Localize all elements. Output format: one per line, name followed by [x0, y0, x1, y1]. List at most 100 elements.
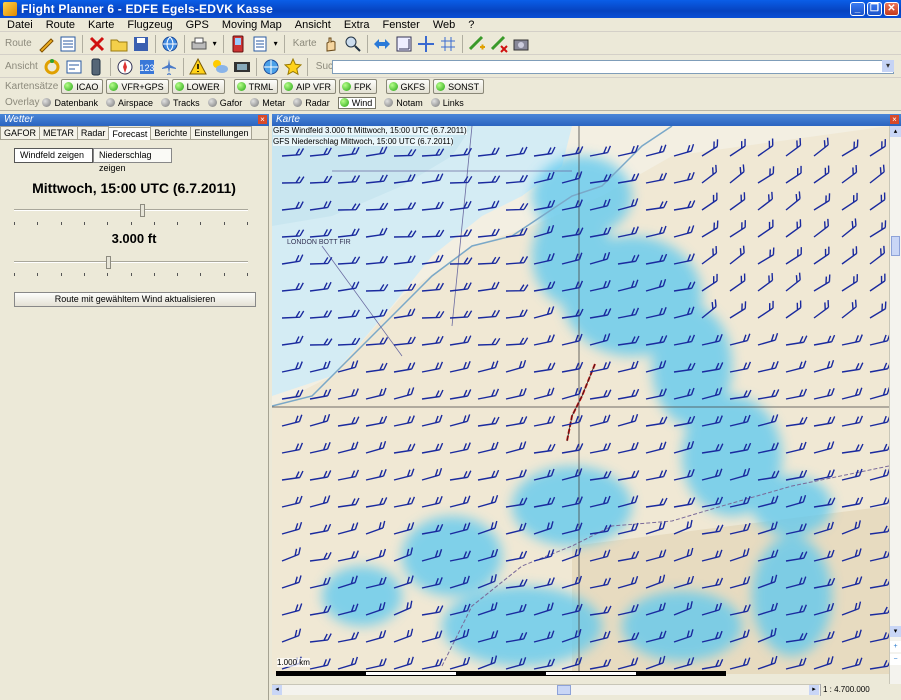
slider-tick	[37, 222, 39, 225]
weather-icon[interactable]	[210, 57, 230, 77]
toolbar-separator	[461, 34, 463, 53]
star-icon[interactable]	[283, 57, 303, 77]
zoom-magnifier-icon[interactable]	[343, 34, 363, 54]
altitude-slider-thumb[interactable]	[105, 256, 111, 269]
menu-web[interactable]: Web	[426, 19, 461, 31]
close-button[interactable]: ✕	[884, 2, 899, 16]
pda-export-icon[interactable]	[228, 34, 248, 54]
tab-radar[interactable]: Radar	[76, 126, 110, 139]
wind-barb	[477, 228, 500, 238]
menu-extra[interactable]: Extra	[337, 19, 376, 31]
scroll-left-icon[interactable]: ◂	[272, 685, 282, 695]
overlay-radar[interactable]: Radar	[293, 98, 330, 108]
map-vertical-scrollbar[interactable]: ▴ ▾ + −	[889, 126, 901, 684]
print-dropdown-icon[interactable]: ▾	[211, 34, 219, 54]
slider-tick	[247, 273, 248, 276]
zoom-in-icon[interactable]: +	[890, 641, 901, 652]
time-slider[interactable]	[14, 204, 248, 217]
scroll-down-icon[interactable]: ▾	[890, 626, 901, 637]
tab-gafor[interactable]: GAFOR	[0, 126, 41, 139]
altitude-slider[interactable]	[14, 256, 248, 269]
document-icon[interactable]	[250, 34, 270, 54]
scroll-right-icon[interactable]: ▸	[809, 685, 819, 695]
overlay-airspace[interactable]: Airspace	[106, 98, 153, 108]
delete-icon[interactable]	[87, 34, 107, 54]
overlay-wind[interactable]: Wind	[337, 96, 377, 109]
menu-datei[interactable]: Datei	[0, 19, 39, 31]
form-icon[interactable]	[64, 57, 84, 77]
device-icon[interactable]	[86, 57, 106, 77]
status-led-icon	[207, 98, 217, 107]
status-led-icon	[42, 98, 52, 107]
tab-metar[interactable]: METAR	[39, 126, 78, 139]
weather-pane-close-icon[interactable]: ×	[258, 115, 267, 124]
scroll-up-icon[interactable]: ▴	[890, 126, 901, 137]
new-route-icon[interactable]	[36, 34, 56, 54]
menu-ansicht[interactable]: Ansicht	[288, 19, 337, 31]
compass-icon[interactable]	[115, 57, 135, 77]
minimize-button[interactable]: _	[850, 2, 865, 16]
slider-tick	[130, 222, 132, 225]
update-route-wind-button[interactable]: Route mit gewähltem Wind aktualisieren	[14, 292, 256, 307]
menu-moving-map[interactable]: Moving Map	[215, 19, 288, 31]
add-waypoint-icon[interactable]	[467, 34, 487, 54]
warning-icon[interactable]	[188, 57, 208, 77]
document-dropdown-icon[interactable]: ▾	[272, 34, 280, 54]
map-horizontal-scrollbar[interactable]: ◂ ▸	[272, 684, 889, 695]
restore-button[interactable]: ❐	[867, 2, 882, 16]
tab-einstellungen[interactable]: Einstellungen	[190, 126, 253, 139]
slider-tick	[37, 273, 39, 276]
chartset-vfr-gps[interactable]: VFR+GPS	[106, 79, 169, 94]
chartset-fpk[interactable]: FPK	[339, 79, 377, 94]
chartset-trml[interactable]: TRML	[233, 79, 279, 94]
horizontal-scroll-thumb[interactable]	[557, 685, 571, 695]
menu-help[interactable]: ?	[461, 19, 480, 31]
menu-fenster[interactable]: Fenster	[376, 19, 426, 31]
globe-icon[interactable]	[160, 34, 180, 54]
chartset-lower[interactable]: LOWER	[171, 79, 225, 94]
overlay-metar[interactable]: Metar	[250, 98, 285, 108]
menu-route[interactable]: Route	[39, 19, 81, 31]
zoom-out-icon[interactable]: −	[890, 654, 901, 665]
aircraft-icon[interactable]	[159, 57, 179, 77]
overlay-tracks[interactable]: Tracks	[161, 98, 200, 108]
map-view[interactable]: LONDON BOTT FIR GFS Windfeld 3.000 ft Mi…	[272, 126, 889, 674]
overlay-links[interactable]: Links	[430, 98, 464, 108]
calculator-icon[interactable]: 123	[137, 57, 157, 77]
print-icon[interactable]	[189, 34, 209, 54]
remove-waypoint-icon[interactable]	[489, 34, 509, 54]
chartset-sonst[interactable]: SONST	[433, 79, 485, 94]
menu-gps[interactable]: GPS	[179, 19, 215, 31]
overlay-gafor[interactable]: Gafor	[207, 98, 242, 108]
save-icon[interactable]	[131, 34, 151, 54]
scale-icon[interactable]	[394, 34, 414, 54]
windfeld-zeigen-button[interactable]: Windfeld zeigen	[14, 148, 93, 163]
menu-flugzeug[interactable]: Flugzeug	[120, 19, 178, 31]
chartset-aip-vfr[interactable]: AIP VFR	[281, 79, 337, 94]
expand-arrows-icon[interactable]	[372, 34, 392, 54]
overlay-notam[interactable]: Notam	[384, 98, 423, 108]
niederschlag-zeigen-button[interactable]: Niederschlag zeigen	[93, 148, 172, 173]
tab-berichte[interactable]: Berichte	[150, 126, 192, 139]
chartset-icao[interactable]: ICAO	[61, 79, 104, 94]
map-canvas[interactable]: LONDON BOTT FIR	[272, 126, 889, 674]
time-slider-thumb[interactable]	[139, 204, 145, 217]
tab-forecast[interactable]: Forecast	[108, 127, 152, 140]
web-globe-icon[interactable]	[261, 57, 281, 77]
status-led-icon	[388, 82, 398, 91]
hand-pan-icon[interactable]	[321, 34, 341, 54]
vertical-scroll-thumb[interactable]	[891, 236, 900, 256]
search-input[interactable]	[332, 60, 894, 74]
open-folder-icon[interactable]	[109, 34, 129, 54]
refresh-icon[interactable]	[42, 57, 62, 77]
menu-karte[interactable]: Karte	[81, 19, 120, 31]
grid-icon[interactable]	[438, 34, 458, 54]
overlay-datenbank[interactable]: Datenbank	[42, 98, 98, 108]
chartset-gkfs[interactable]: GKFS	[385, 79, 431, 94]
film-icon[interactable]	[232, 57, 252, 77]
map-pane-close-icon[interactable]: ×	[890, 115, 899, 124]
route-list-icon[interactable]	[58, 34, 78, 54]
slider-tick	[14, 222, 15, 225]
crosshair-icon[interactable]	[416, 34, 436, 54]
camera-icon[interactable]	[511, 34, 531, 54]
